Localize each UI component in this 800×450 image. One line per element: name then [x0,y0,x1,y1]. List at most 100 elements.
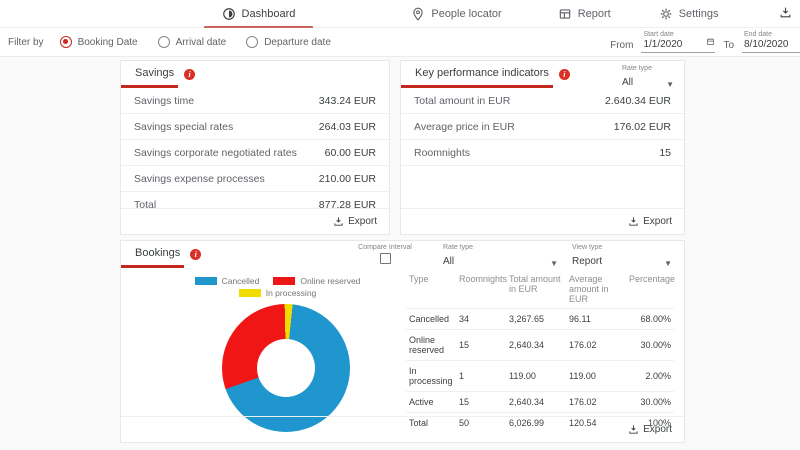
cell: 96.11 [566,308,626,330]
rate-type-label: Rate type [622,65,652,72]
dashboard-page: Dashboard People locator Report Settings [0,0,800,450]
legend-label: Cancelled [221,276,260,286]
info-icon[interactable]: i [558,69,570,80]
export-button[interactable]: Export [333,216,377,227]
date-range: From Start date To End date [602,28,800,57]
savings-panel: Savings i Savings time 343.24 EUR Saving… [120,60,390,235]
bookings-export-row: Export [121,416,684,442]
savings-row: Savings special rates 264.03 EUR [121,114,389,140]
row-label: Savings time [134,94,195,107]
radio-booking-date[interactable]: Booking Date [59,36,138,48]
row-label: Roomnights [414,146,471,159]
export-button[interactable]: Export [628,424,672,435]
cell: 2.00% [626,360,674,392]
table-row: Cancelled 34 3,267.65 96.11 68.00% [406,308,674,330]
table-header-row: Type Roomnights Total amount in EUR Aver… [406,270,675,309]
donut-hole [257,339,315,397]
kpi-export-row: Export [401,208,684,234]
savings-header: Savings i [121,61,389,88]
export-button[interactable]: Export [628,216,672,227]
view-type-value: Report [572,256,603,267]
cell: 119.00 [506,360,566,392]
kpi-row: Average price in EUR 176.02 EUR [401,114,684,140]
end-date-label: End date [744,31,773,38]
table-row: Active 15 2,640.34 176.02 30.00% [406,391,674,413]
donut-chart [222,304,350,432]
bookings-controls: Compare Interval Rate type All ▼ View ty… [345,244,672,269]
kpi-panel: Key performance indicators i Rate type A… [400,60,685,235]
compare-interval-checkbox[interactable] [379,253,391,264]
legend-swatch [194,277,217,285]
tab-people-locator[interactable]: People locator [409,0,503,28]
cell: 1 [456,360,506,392]
cell: 15 [456,391,506,413]
tab-report[interactable]: Report [556,0,613,28]
rate-type-value: All [443,256,455,267]
cell: 2,640.34 [506,329,566,361]
row-value: 343.24 EUR [318,94,376,107]
tab-settings[interactable]: Settings [657,0,721,28]
cell: 34 [456,308,506,330]
export-label: Export [348,216,377,227]
row-value: 176.02 EUR [613,120,671,133]
export-label: Export [643,216,672,227]
row-label: Average price in EUR [414,120,515,133]
start-date-input[interactable] [643,39,702,50]
radio-label: Booking Date [77,36,138,48]
end-date-field: End date [742,31,800,53]
cell: 119.00 [566,360,626,392]
radio-icon [59,36,72,48]
tab-label: Settings [678,7,719,20]
cell: 30.00% [626,391,674,413]
legend-item-online-reserved: Online reserved [273,276,360,286]
row-label: Savings special rates [134,120,234,133]
info-icon[interactable]: i [190,249,202,260]
col-header: Average amount in EUR [569,274,609,304]
chevron-down-icon: ▼ [666,80,674,89]
tab-dashboard[interactable]: Dashboard [203,0,314,29]
cell: 176.02 [566,329,626,361]
calendar-icon[interactable] [706,37,715,49]
legend-item-in-processing: In processing [238,288,316,298]
radio-icon [246,36,259,48]
dashboard-icon [222,7,236,21]
from-label: From [610,40,634,51]
savings-row: Savings time 343.24 EUR [121,88,389,114]
row-value: 15 [659,146,671,159]
row-label: Savings corporate negotiated rates [134,146,297,159]
top-nav: Dashboard People locator Report Settings [0,0,800,29]
kpi-title: Key performance indicators [415,67,549,79]
kpi-row: Total amount in EUR 2.640.34 EUR [401,88,684,114]
radio-arrival-date[interactable]: Arrival date [157,36,226,48]
bookings-header: Bookings i Compare Interval Rate type Al… [121,241,684,268]
cell: 15 [456,329,506,361]
bookings-rate-type-dropdown[interactable]: Rate type All ▼ [443,244,558,269]
gear-icon [659,7,673,21]
table-row: In processing 1 119.00 119.00 2.00% [406,360,674,392]
row-value: 60.00 EUR [324,146,376,159]
info-icon[interactable]: i [184,69,196,80]
download-icon[interactable] [779,6,792,24]
nav-group: Dashboard People locator Report Settings [203,0,721,29]
savings-export-row: Export [121,208,389,234]
compare-interval-label: Compare Interval [358,244,412,251]
row-label: Savings expense processes [134,172,265,185]
cell: Cancelled [406,308,456,330]
kpi-rate-type-dropdown[interactable]: Rate type All ▼ [622,65,674,90]
row-label: Total amount in EUR [414,94,511,107]
bookings-view-type-dropdown[interactable]: View type Report ▼ [572,244,672,269]
start-date-field: Start date [641,31,716,53]
start-date-label: Start date [643,31,674,38]
savings-row: Savings expense processes 210.00 EUR [121,166,389,192]
cell: 2,640.34 [506,391,566,413]
bookings-table: Type Roomnights Total amount in EUR Aver… [406,270,675,433]
legend-label: Online reserved [300,276,361,286]
end-date-input[interactable] [744,39,800,50]
table-row: Online reserved 15 2,640.34 176.02 30.00… [406,329,674,361]
bookings-panel: Bookings i Compare Interval Rate type Al… [120,240,685,443]
cell: 3,267.65 [506,308,566,330]
radio-departure-date[interactable]: Departure date [246,36,331,48]
cell: 176.02 [566,391,626,413]
filter-bar: Filter by Booking Date Arrival date Depa… [0,28,800,57]
rate-type-label: Rate type [443,244,473,251]
